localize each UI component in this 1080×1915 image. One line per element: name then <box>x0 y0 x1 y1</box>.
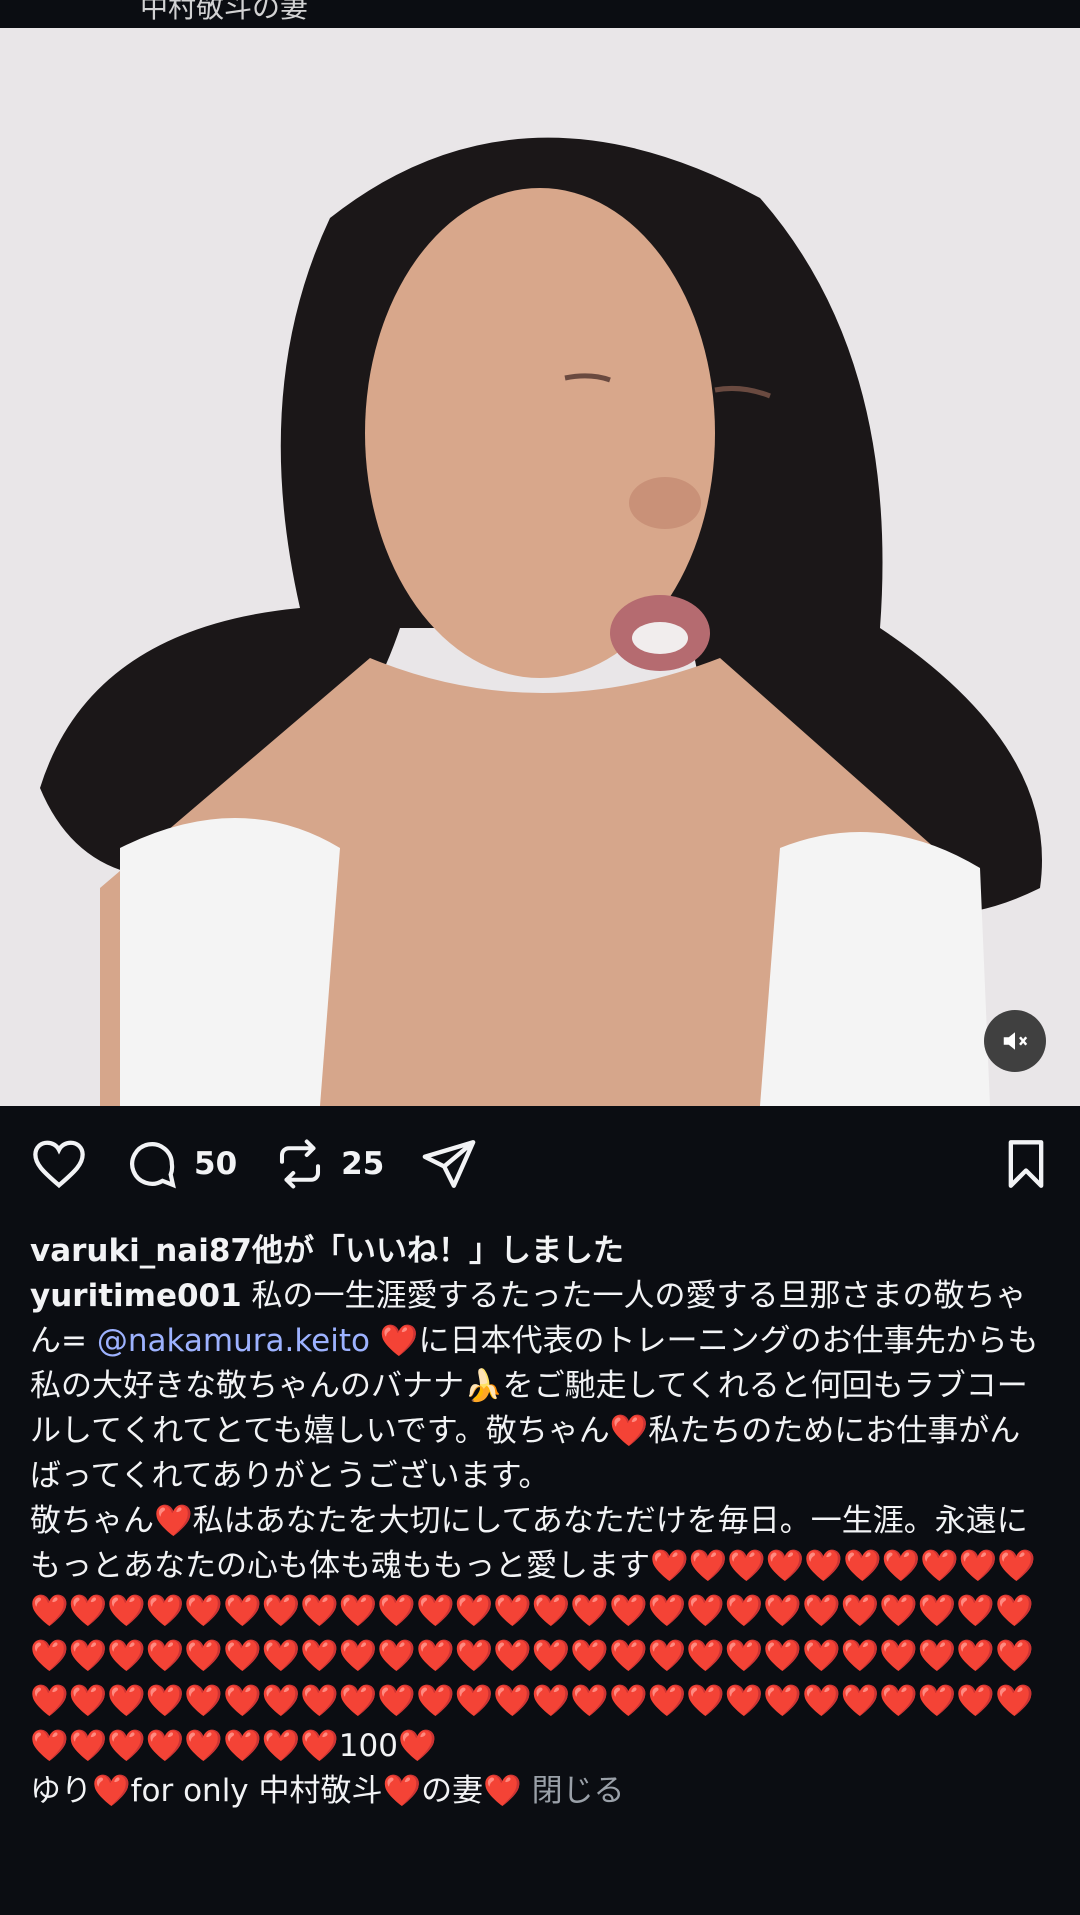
caption-text-3: 敬ちゃん❤️私はあなたを大切にしてあなただけを毎日。一生涯。永遠にもっとあなたの… <box>30 1503 1036 1764</box>
repost-count: 25 <box>341 1146 385 1182</box>
post-caption: yuritime001 私の一生涯愛するたった一人の愛する旦那さまの敬ちゃん= … <box>0 1274 1080 1814</box>
top-header: 中村敬斗の妻 <box>0 0 1080 28</box>
comment-icon <box>130 1142 176 1189</box>
repost-icon <box>280 1139 321 1189</box>
caption-mention[interactable]: @nakamura.keito <box>97 1323 370 1359</box>
caption-text-4: ゆり❤️for only 中村敬斗❤️の妻❤️ <box>30 1773 532 1809</box>
heart-icon <box>33 1140 85 1189</box>
mute-button[interactable] <box>984 1010 1046 1072</box>
share-icon <box>422 1140 476 1188</box>
bookmark-icon <box>1008 1140 1044 1188</box>
comment-button[interactable]: 50 <box>124 1136 237 1192</box>
repost-button[interactable]: 25 <box>273 1137 384 1191</box>
likes-summary[interactable]: varuki_nai87他が「いいね！」しました <box>0 1228 1080 1274</box>
post-photo <box>0 28 1080 1106</box>
caption-close-link[interactable]: 閉じる <box>532 1773 625 1809</box>
caption-username[interactable]: yuritime001 <box>30 1278 242 1314</box>
speaker-muted-icon <box>1003 1032 1028 1050</box>
like-button[interactable] <box>30 1138 88 1190</box>
comment-count: 50 <box>194 1146 238 1182</box>
post-actions-bar: 50 25 <box>0 1106 1080 1222</box>
post-media[interactable] <box>0 28 1080 1106</box>
bookmark-button[interactable] <box>1002 1138 1050 1194</box>
share-button[interactable] <box>420 1135 478 1193</box>
top-header-text: 中村敬斗の妻 <box>140 0 309 24</box>
